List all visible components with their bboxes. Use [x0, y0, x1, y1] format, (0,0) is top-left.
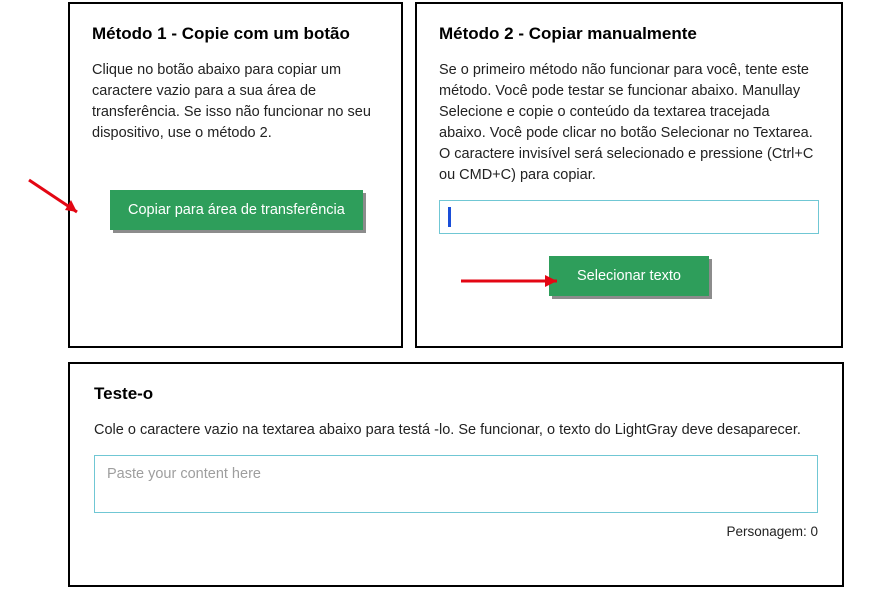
invisible-char-input[interactable] — [439, 200, 819, 234]
text-cursor-icon — [448, 207, 451, 227]
select-text-button[interactable]: Selecionar texto — [549, 256, 709, 296]
method1-card: Método 1 - Copie com um botão Clique no … — [68, 2, 403, 348]
test-textarea[interactable] — [94, 455, 818, 513]
copy-clipboard-button[interactable]: Copiar para área de transferência — [110, 190, 363, 230]
method2-button-wrap: Selecionar texto — [439, 256, 819, 296]
method2-description: Se o primeiro método não funcionar para … — [439, 60, 819, 186]
test-title: Teste-o — [94, 384, 818, 404]
method2-title: Método 2 - Copiar manualmente — [439, 24, 819, 44]
method1-button-wrap: Copiar para área de transferência — [110, 190, 379, 230]
character-count: Personagem: 0 — [94, 524, 818, 539]
method1-title: Método 1 - Copie com um botão — [92, 24, 379, 44]
arrow-icon — [25, 174, 95, 224]
test-description: Cole o caractere vazio na textarea abaix… — [94, 420, 818, 441]
method2-card: Método 2 - Copiar manualmente Se o prime… — [415, 2, 843, 348]
method1-description: Clique no botão abaixo para copiar um ca… — [92, 60, 379, 144]
test-card: Teste-o Cole o caractere vazio na textar… — [68, 362, 844, 587]
